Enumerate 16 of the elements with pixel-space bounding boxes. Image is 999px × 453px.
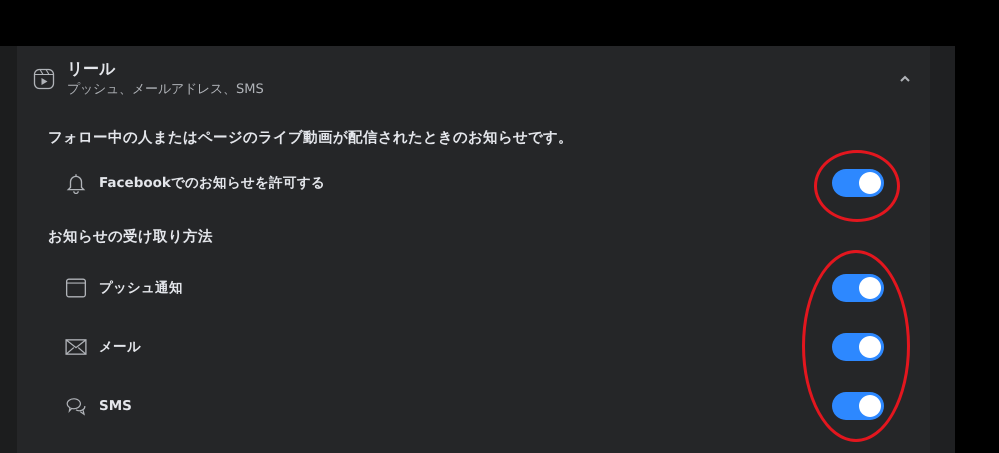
toggle-switch[interactable] (832, 274, 884, 302)
chevron-up-icon[interactable] (898, 74, 912, 84)
bell-icon (65, 172, 87, 194)
toggle-switch[interactable] (832, 392, 884, 420)
section-subtitle: プッシュ、メールアドレス、SMS (67, 81, 265, 99)
section-heading: お知らせの受け取り方法 (48, 227, 214, 246)
description-text: フォロー中の人またはページのライブ動画が配信されたときのお知らせです。 (48, 128, 574, 148)
setting-label: Facebookでのお知らせを許可する (99, 174, 326, 192)
setting-label: プッシュ通知 (99, 278, 184, 296)
browser-window-icon (65, 276, 87, 298)
toggle-switch[interactable] (832, 169, 884, 197)
toggle-switch[interactable] (832, 332, 884, 360)
reels-icon (33, 68, 55, 90)
setting-label: メール (99, 338, 142, 356)
section-title: リール (67, 58, 116, 80)
setting-label: SMS (99, 398, 133, 414)
